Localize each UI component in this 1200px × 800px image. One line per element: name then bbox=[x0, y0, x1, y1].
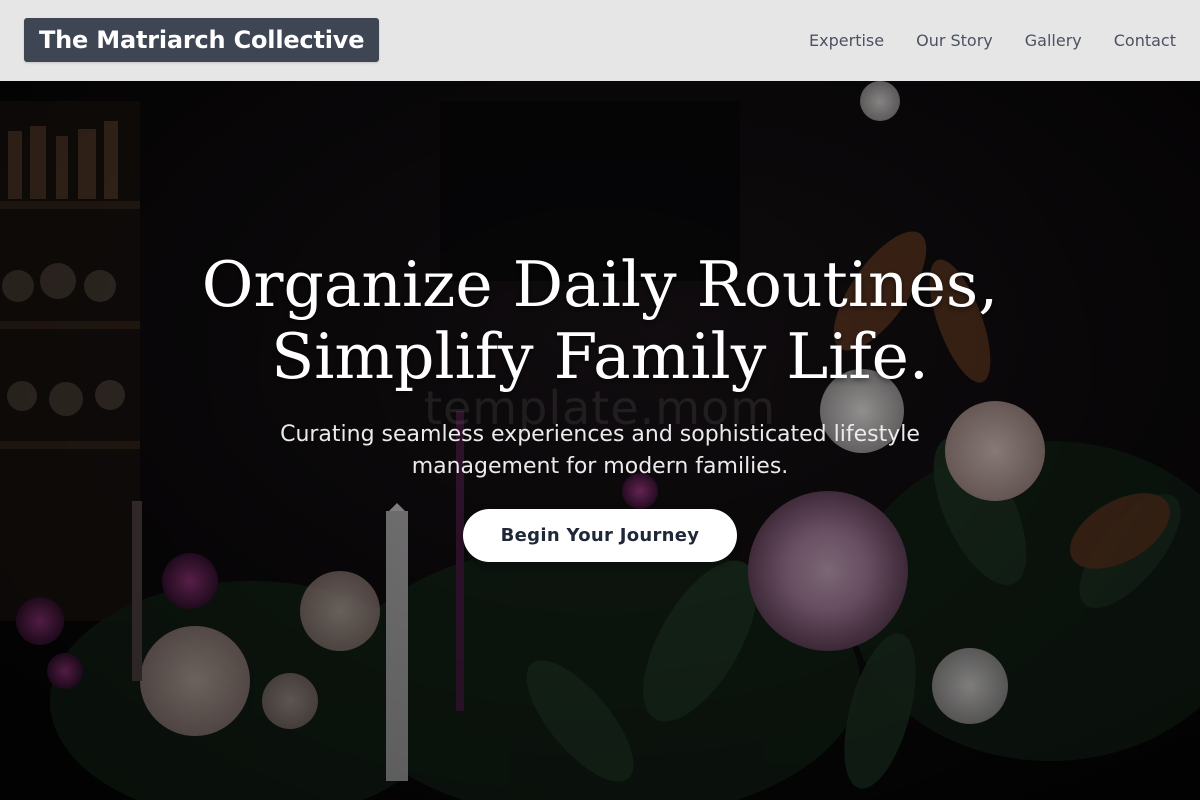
hero-title-line-1: Organize Daily Routines, bbox=[201, 248, 999, 321]
brand-logo[interactable]: The Matriarch Collective bbox=[24, 18, 380, 62]
main-nav: Expertise Our Story Gallery Contact bbox=[777, 0, 1176, 81]
nav-link-contact[interactable]: Contact bbox=[1114, 31, 1176, 50]
begin-journey-button[interactable]: Begin Your Journey bbox=[463, 509, 737, 562]
nav-link-gallery[interactable]: Gallery bbox=[1025, 31, 1082, 50]
hero-title: Organize Daily Routines, Simplify Family… bbox=[0, 249, 1200, 393]
nav-link-expertise[interactable]: Expertise bbox=[809, 31, 884, 50]
hero-content: Organize Daily Routines, Simplify Family… bbox=[0, 81, 1200, 800]
hero-subtitle: Curating seamless experiences and sophis… bbox=[280, 422, 920, 479]
hero-section: Organize Daily Routines, Simplify Family… bbox=[0, 81, 1200, 800]
nav-link-our-story[interactable]: Our Story bbox=[916, 31, 993, 50]
site-header: The Matriarch Collective Expertise Our S… bbox=[0, 0, 1200, 81]
